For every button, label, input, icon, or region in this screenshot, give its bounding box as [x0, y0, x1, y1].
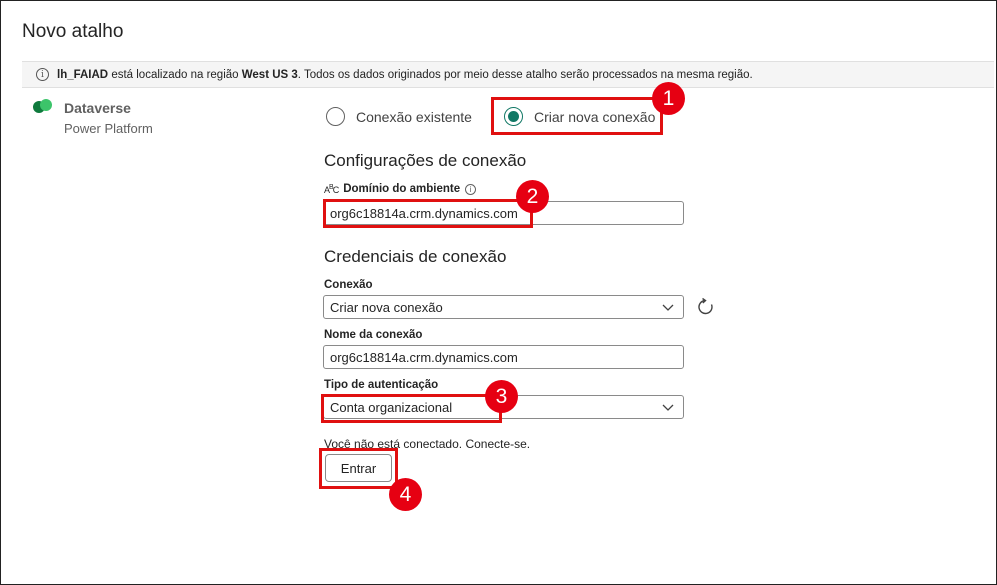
connection-name-input[interactable]: org6c18814a.crm.dynamics.com	[323, 345, 684, 369]
connection-name-value: org6c18814a.crm.dynamics.com	[330, 349, 518, 365]
page-title: Novo atalho	[22, 21, 124, 42]
connection-dropdown-value: Criar nova conexão	[330, 299, 443, 315]
dataverse-logo-icon	[33, 99, 52, 116]
info-icon: i	[465, 183, 477, 195]
source-header: Dataverse Power Platform	[33, 98, 153, 136]
source-subtitle: Power Platform	[64, 121, 153, 136]
callout-badge-1: 1	[652, 82, 685, 115]
environment-domain-label: Domínio do ambiente	[343, 183, 461, 195]
highlight-box-new-connection	[491, 97, 663, 135]
callout-badge-3: 3	[485, 380, 518, 413]
environment-domain-label-row: ABC Domínio do ambiente i	[324, 183, 477, 195]
highlight-box-auth-type	[321, 394, 502, 423]
text-field-icon: ABC	[324, 183, 339, 195]
highlight-box-sign-in	[319, 448, 398, 489]
region-info-bar: i lh_FAIAD está localizado na região Wes…	[22, 61, 994, 88]
callout-badge-4: 4	[389, 478, 422, 511]
dialog-frame: Novo atalho i lh_FAIAD está localizado n…	[0, 0, 997, 585]
connection-dropdown[interactable]: Criar nova conexão	[323, 295, 684, 319]
info-icon: i	[36, 68, 49, 81]
existing-connection-radio[interactable]	[326, 107, 345, 126]
info-text-part-2: . Todos os dados originados por meio des…	[297, 68, 753, 81]
existing-connection-label[interactable]: Conexão existente	[356, 109, 472, 125]
region-info-text: lh_FAIAD está localizado na região West …	[57, 69, 753, 81]
highlight-box-domain	[323, 199, 533, 228]
connection-settings-heading: Configurações de conexão	[324, 151, 527, 170]
region-name: West US 3	[241, 68, 298, 81]
callout-badge-2: 2	[516, 180, 549, 213]
refresh-icon[interactable]	[696, 297, 716, 317]
chevron-down-icon	[662, 404, 674, 411]
connection-name-label: Nome da conexão	[324, 329, 423, 341]
connection-label: Conexão	[324, 279, 373, 291]
connection-credentials-heading: Credenciais de conexão	[324, 247, 507, 266]
chevron-down-icon	[662, 304, 674, 311]
lakehouse-name: lh_FAIAD	[57, 68, 109, 81]
source-name: Dataverse	[64, 100, 131, 116]
info-text-part-1: está localizado na região	[108, 68, 242, 81]
auth-type-label: Tipo de autenticação	[324, 379, 439, 391]
